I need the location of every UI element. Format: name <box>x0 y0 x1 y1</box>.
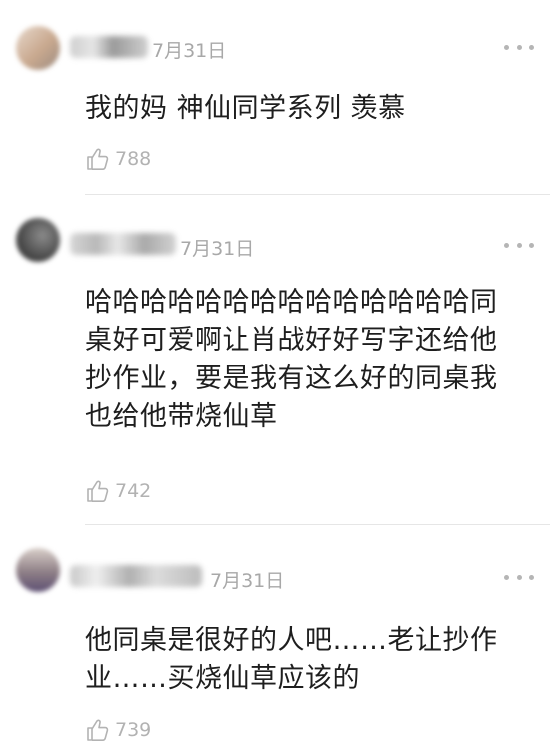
comment-text: 哈哈哈哈哈哈哈哈哈哈哈哈哈哈同桌好可爱啊让肖战好好写字还给他抄作业，要是我有这么… <box>85 287 498 432</box>
username[interactable] <box>70 36 148 58</box>
like-count: 739 <box>115 719 152 741</box>
comment-text: 我的妈 神仙同学系列 羡慕 <box>85 93 406 124</box>
more-dots-icon[interactable] <box>504 42 534 52</box>
username[interactable] <box>70 233 176 255</box>
like-count: 788 <box>115 148 152 170</box>
avatar[interactable] <box>16 548 60 592</box>
avatar[interactable] <box>16 218 60 262</box>
thumbs-up-icon <box>87 148 109 170</box>
more-dots-icon[interactable] <box>504 572 534 582</box>
thumbs-up-icon <box>87 719 109 741</box>
comment-date: 7月31日 <box>210 570 285 592</box>
divider <box>85 194 550 195</box>
comment-date: 7月31日 <box>152 40 227 62</box>
like-button[interactable]: 742 <box>85 477 151 505</box>
thumbs-up-icon <box>87 480 109 502</box>
username[interactable] <box>70 565 202 587</box>
like-button[interactable]: 739 <box>85 716 151 744</box>
avatar[interactable] <box>16 26 60 70</box>
divider <box>85 524 550 525</box>
like-button[interactable]: 788 <box>85 145 151 173</box>
comment-date: 7月31日 <box>180 238 255 260</box>
like-count: 742 <box>115 480 152 502</box>
comment-text: 他同桌是很好的人吧……老让抄作业……买烧仙草应该的 <box>85 625 498 694</box>
more-dots-icon[interactable] <box>504 240 534 250</box>
